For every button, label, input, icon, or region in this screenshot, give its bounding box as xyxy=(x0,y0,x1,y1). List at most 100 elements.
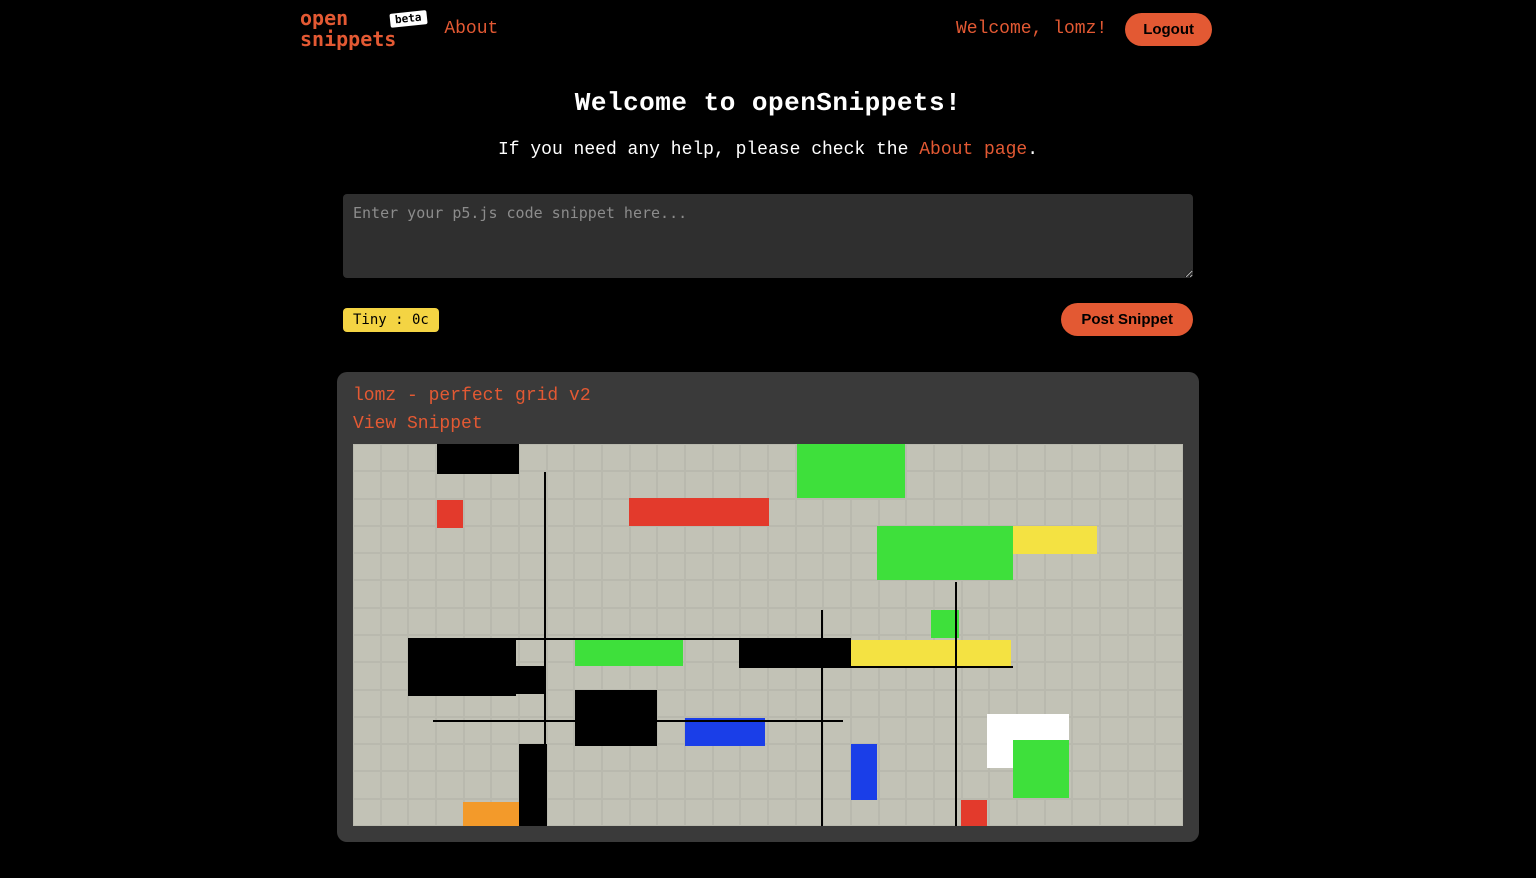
grid-cell xyxy=(1045,690,1073,717)
grid-cell xyxy=(1155,526,1183,553)
grid-cell xyxy=(1100,771,1128,798)
grid-cell xyxy=(768,499,796,526)
grid-cell xyxy=(962,471,990,498)
code-input[interactable] xyxy=(343,194,1193,278)
logo-line2: snippets xyxy=(300,29,396,50)
grid-cell xyxy=(713,526,741,553)
grid-cell xyxy=(353,744,381,771)
grid-cell xyxy=(796,553,824,580)
grid-cell xyxy=(602,444,630,471)
preview-rect xyxy=(685,718,765,746)
grid-cell xyxy=(657,771,685,798)
grid-cell xyxy=(381,690,409,717)
grid-cell xyxy=(630,526,658,553)
grid-cell xyxy=(823,499,851,526)
grid-cell xyxy=(436,799,464,826)
grid-cell xyxy=(1072,799,1100,826)
grid-cell xyxy=(1155,471,1183,498)
grid-cell xyxy=(381,635,409,662)
grid-cell xyxy=(1072,744,1100,771)
grid-cell xyxy=(1017,662,1045,689)
grid-cell xyxy=(408,744,436,771)
grid-cell xyxy=(906,444,934,471)
grid-cell xyxy=(1017,799,1045,826)
grid-cell xyxy=(685,580,713,607)
grid-cell xyxy=(547,471,575,498)
grid-cell xyxy=(1045,471,1073,498)
view-snippet-link[interactable]: View Snippet xyxy=(353,414,483,434)
grid-cell xyxy=(851,553,879,580)
subtitle-suffix: . xyxy=(1027,140,1038,160)
grid-cell xyxy=(491,553,519,580)
grid-cell xyxy=(713,771,741,798)
grid-cell xyxy=(547,771,575,798)
grid-cell xyxy=(685,608,713,635)
grid-cell xyxy=(353,717,381,744)
snippet-title: lomz - perfect grid v2 xyxy=(353,386,1183,406)
grid-cell xyxy=(1017,499,1045,526)
preview-rect xyxy=(437,444,519,474)
grid-cell xyxy=(1100,580,1128,607)
grid-cell xyxy=(574,580,602,607)
grid-cell xyxy=(1100,662,1128,689)
about-page-link[interactable]: About page xyxy=(919,140,1027,160)
grid-cell xyxy=(768,553,796,580)
grid-cell xyxy=(1155,444,1183,471)
grid-cell xyxy=(934,771,962,798)
grid-cell xyxy=(823,771,851,798)
grid-cell xyxy=(657,471,685,498)
grid-cell xyxy=(906,608,934,635)
grid-cell xyxy=(1100,717,1128,744)
grid-cell xyxy=(740,799,768,826)
grid-cell xyxy=(381,717,409,744)
grid-cell xyxy=(851,608,879,635)
grid-cell xyxy=(436,744,464,771)
grid-cell xyxy=(436,608,464,635)
grid-cell xyxy=(1155,771,1183,798)
grid-cell xyxy=(768,690,796,717)
grid-cell xyxy=(685,471,713,498)
grid-cell xyxy=(491,744,519,771)
grid-cell xyxy=(408,526,436,553)
grid-cell xyxy=(1155,662,1183,689)
grid-cell xyxy=(685,526,713,553)
grid-cell xyxy=(547,662,575,689)
grid-cell xyxy=(574,771,602,798)
grid-cell xyxy=(796,499,824,526)
grid-cell xyxy=(630,580,658,607)
grid-cell xyxy=(657,690,685,717)
grid-cell xyxy=(519,553,547,580)
grid-cell xyxy=(408,717,436,744)
grid-cell xyxy=(574,799,602,826)
grid-cell xyxy=(353,526,381,553)
grid-cell xyxy=(934,717,962,744)
grid-cell xyxy=(491,608,519,635)
grid-cell xyxy=(381,471,409,498)
grid-cell xyxy=(1155,608,1183,635)
grid-cell xyxy=(1045,608,1073,635)
grid-cell xyxy=(1128,471,1156,498)
grid-cell xyxy=(796,744,824,771)
grid-cell xyxy=(1100,553,1128,580)
grid-cell xyxy=(408,608,436,635)
post-snippet-button[interactable]: Post Snippet xyxy=(1061,303,1193,336)
grid-cell xyxy=(1128,717,1156,744)
grid-cell xyxy=(464,580,492,607)
grid-cell xyxy=(851,717,879,744)
grid-cell xyxy=(823,526,851,553)
grid-cell xyxy=(685,444,713,471)
grid-cell xyxy=(630,799,658,826)
grid-cell xyxy=(381,499,409,526)
grid-cell xyxy=(768,471,796,498)
grid-cell xyxy=(408,444,436,471)
preview-line xyxy=(955,582,957,826)
logo[interactable]: open snippets beta xyxy=(300,8,396,50)
grid-cell xyxy=(934,580,962,607)
grid-cell xyxy=(547,444,575,471)
grid-cell xyxy=(1017,608,1045,635)
preview-rect xyxy=(851,640,1011,668)
grid-cell xyxy=(353,444,381,471)
nav-about-link[interactable]: About xyxy=(444,19,498,39)
logout-button[interactable]: Logout xyxy=(1125,13,1212,46)
preview-line xyxy=(433,720,843,722)
